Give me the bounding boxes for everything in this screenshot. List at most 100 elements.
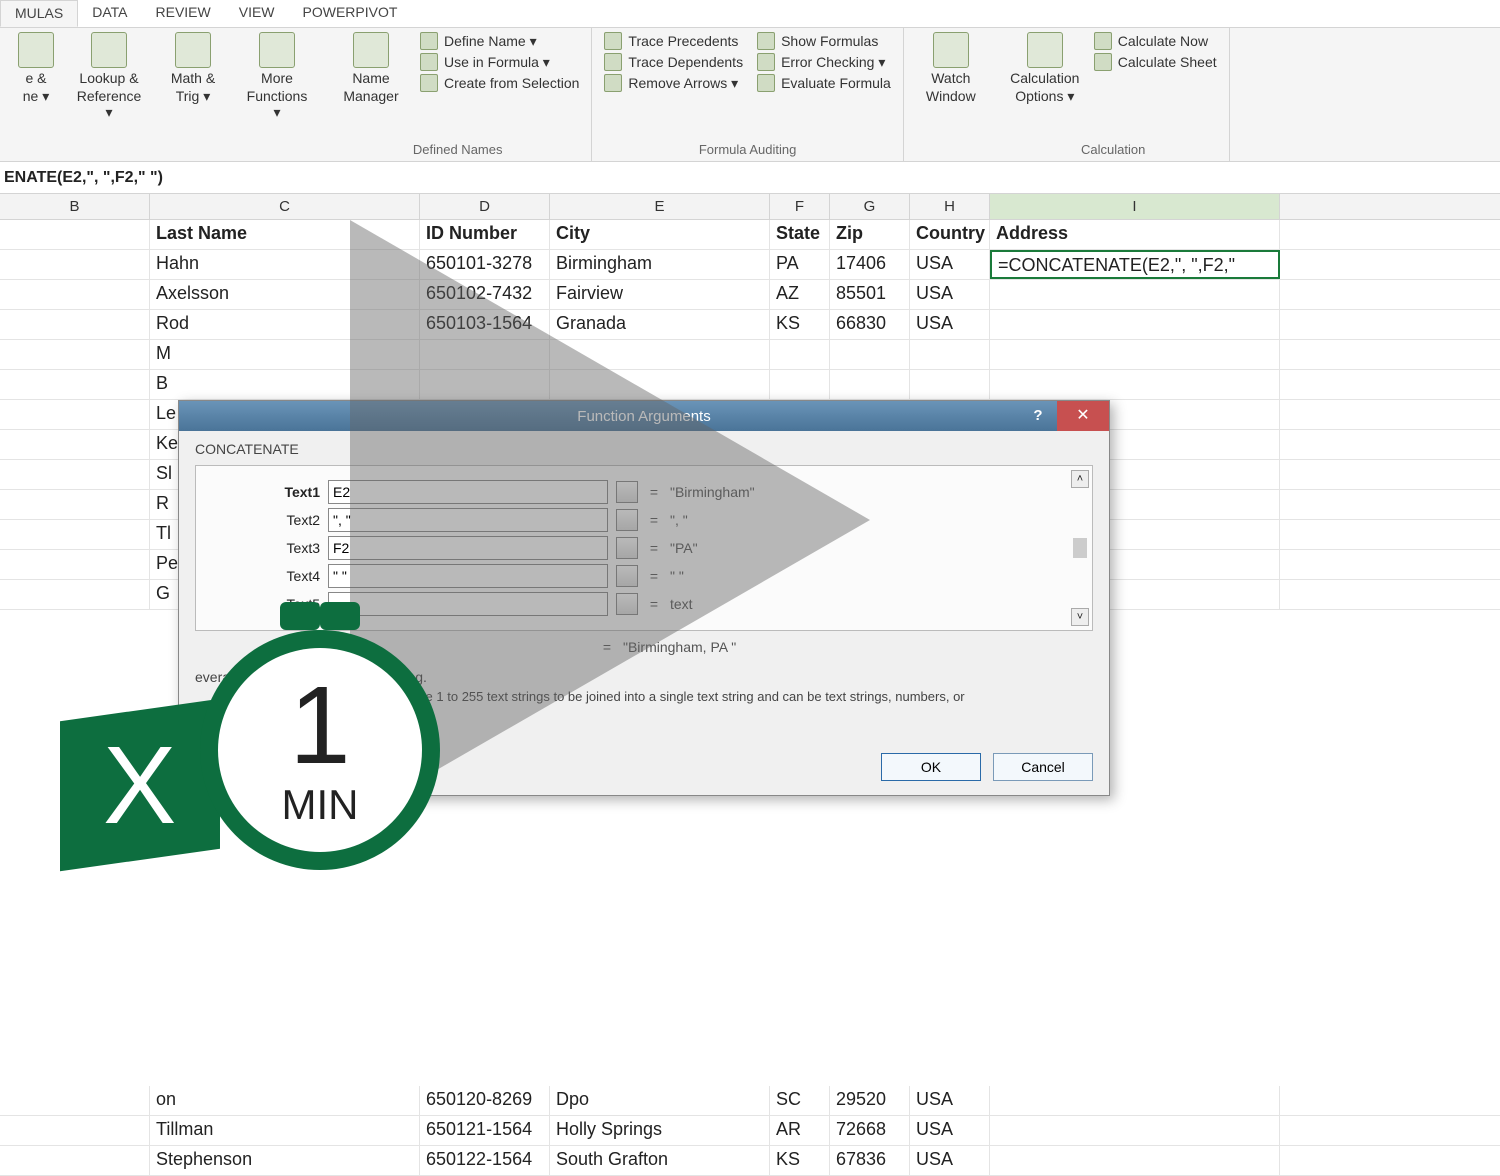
cell[interactable] bbox=[990, 310, 1280, 339]
scroll-thumb[interactable] bbox=[1073, 538, 1087, 558]
cell[interactable]: Tillman bbox=[150, 1116, 420, 1145]
cell[interactable] bbox=[990, 280, 1280, 309]
date-time-button[interactable]: e &ne ▾ bbox=[12, 32, 60, 105]
cell[interactable]: Dpo bbox=[550, 1086, 770, 1115]
cell[interactable] bbox=[420, 370, 550, 399]
cell[interactable]: AR bbox=[770, 1116, 830, 1145]
cell[interactable] bbox=[0, 340, 150, 369]
arg-input-text3[interactable] bbox=[328, 536, 608, 560]
cell[interactable]: USA bbox=[910, 310, 990, 339]
cell[interactable]: Country bbox=[910, 220, 990, 249]
cell[interactable]: South Grafton bbox=[550, 1146, 770, 1175]
cell[interactable]: Birmingham bbox=[550, 250, 770, 279]
tab-view[interactable]: VIEW bbox=[225, 0, 289, 27]
cell[interactable] bbox=[0, 490, 150, 519]
evaluate-formula-button[interactable]: Evaluate Formula bbox=[757, 74, 891, 92]
cell[interactable]: USA bbox=[910, 250, 990, 279]
cell[interactable]: USA bbox=[910, 280, 990, 309]
cell[interactable]: USA bbox=[910, 1146, 990, 1175]
cell[interactable] bbox=[0, 1146, 150, 1175]
remove-arrows-button[interactable]: Remove Arrows ▾ bbox=[604, 74, 743, 92]
cell[interactable] bbox=[0, 460, 150, 489]
cell[interactable] bbox=[910, 340, 990, 369]
show-formulas-button[interactable]: Show Formulas bbox=[757, 32, 891, 50]
scroll-down-icon[interactable]: ˅ bbox=[1071, 608, 1089, 626]
cell[interactable] bbox=[0, 370, 150, 399]
cell[interactable] bbox=[770, 370, 830, 399]
cell[interactable] bbox=[0, 520, 150, 549]
cell[interactable]: 650103-1564 bbox=[420, 310, 550, 339]
cell[interactable]: Stephenson bbox=[150, 1146, 420, 1175]
watch-window-button[interactable]: WatchWindow bbox=[916, 32, 986, 104]
cell[interactable] bbox=[0, 430, 150, 459]
arg-input-text2[interactable] bbox=[328, 508, 608, 532]
range-picker-icon[interactable] bbox=[616, 537, 638, 559]
use-in-formula-button[interactable]: Use in Formula ▾ bbox=[420, 53, 579, 71]
error-checking-button[interactable]: Error Checking ▾ bbox=[757, 53, 891, 71]
cell[interactable] bbox=[990, 370, 1280, 399]
cell[interactable]: City bbox=[550, 220, 770, 249]
col-G[interactable]: G bbox=[830, 194, 910, 219]
range-picker-icon[interactable] bbox=[616, 565, 638, 587]
cell[interactable]: M bbox=[150, 340, 420, 369]
cell[interactable]: 67836 bbox=[830, 1146, 910, 1175]
cell[interactable]: Address bbox=[990, 220, 1280, 249]
calculation-options-button[interactable]: CalculationOptions ▾ bbox=[1010, 32, 1080, 105]
cell[interactable] bbox=[0, 220, 150, 249]
tab-review[interactable]: REVIEW bbox=[142, 0, 225, 27]
range-picker-icon[interactable] bbox=[616, 509, 638, 531]
range-picker-icon[interactable] bbox=[616, 593, 638, 615]
lookup-reference-button[interactable]: Lookup &Reference ▾ bbox=[74, 32, 144, 121]
range-picker-icon[interactable] bbox=[616, 481, 638, 503]
cell[interactable]: ID Number bbox=[420, 220, 550, 249]
cell[interactable]: on bbox=[150, 1086, 420, 1115]
dialog-help-button[interactable]: ? bbox=[1023, 401, 1053, 431]
more-functions-button[interactable]: MoreFunctions ▾ bbox=[242, 32, 312, 121]
cell[interactable]: 29520 bbox=[830, 1086, 910, 1115]
calculate-now-button[interactable]: Calculate Now bbox=[1094, 32, 1217, 50]
cell[interactable]: 72668 bbox=[830, 1116, 910, 1145]
cell[interactable]: PA bbox=[770, 250, 830, 279]
name-manager-button[interactable]: NameManager bbox=[336, 32, 406, 104]
col-B[interactable]: B bbox=[0, 194, 150, 219]
cell[interactable]: 650122-1564 bbox=[420, 1146, 550, 1175]
cell[interactable]: State bbox=[770, 220, 830, 249]
cell[interactable] bbox=[990, 1146, 1280, 1175]
dialog-titlebar[interactable]: Function Arguments ? ✕ bbox=[179, 401, 1109, 431]
cell[interactable] bbox=[830, 340, 910, 369]
ok-button[interactable]: OK bbox=[881, 753, 981, 781]
cell[interactable]: SC bbox=[770, 1086, 830, 1115]
col-I[interactable]: I bbox=[990, 194, 1280, 219]
dialog-close-button[interactable]: ✕ bbox=[1057, 401, 1109, 431]
tab-data[interactable]: DATA bbox=[78, 0, 141, 27]
col-E[interactable]: E bbox=[550, 194, 770, 219]
trace-precedents-button[interactable]: Trace Precedents bbox=[604, 32, 743, 50]
cell[interactable]: 650101-3278 bbox=[420, 250, 550, 279]
math-trig-button[interactable]: Math &Trig ▾ bbox=[158, 32, 228, 105]
col-F[interactable]: F bbox=[770, 194, 830, 219]
cell[interactable] bbox=[0, 1086, 150, 1115]
cell[interactable]: 85501 bbox=[830, 280, 910, 309]
create-from-selection-button[interactable]: Create from Selection bbox=[420, 74, 579, 92]
tab-formulas[interactable]: MULAS bbox=[0, 0, 78, 27]
cell[interactable]: 650121-1564 bbox=[420, 1116, 550, 1145]
cell[interactable]: Last Name bbox=[150, 220, 420, 249]
cell[interactable]: B bbox=[150, 370, 420, 399]
cell[interactable]: Hahn bbox=[150, 250, 420, 279]
cell[interactable] bbox=[990, 1086, 1280, 1115]
tab-powerpivot[interactable]: POWERPIVOT bbox=[289, 0, 412, 27]
cell[interactable] bbox=[910, 370, 990, 399]
trace-dependents-button[interactable]: Trace Dependents bbox=[604, 53, 743, 71]
cell[interactable]: 650102-7432 bbox=[420, 280, 550, 309]
cell[interactable]: 17406 bbox=[830, 250, 910, 279]
calculate-sheet-button[interactable]: Calculate Sheet bbox=[1094, 53, 1217, 71]
cell[interactable]: USA bbox=[910, 1086, 990, 1115]
cell[interactable] bbox=[550, 370, 770, 399]
col-D[interactable]: D bbox=[420, 194, 550, 219]
cell[interactable] bbox=[770, 340, 830, 369]
scroll-up-icon[interactable]: ˄ bbox=[1071, 470, 1089, 488]
cell[interactable]: KS bbox=[770, 310, 830, 339]
cell[interactable]: KS bbox=[770, 1146, 830, 1175]
arg-input-text1[interactable] bbox=[328, 480, 608, 504]
cell[interactable]: Rod bbox=[150, 310, 420, 339]
